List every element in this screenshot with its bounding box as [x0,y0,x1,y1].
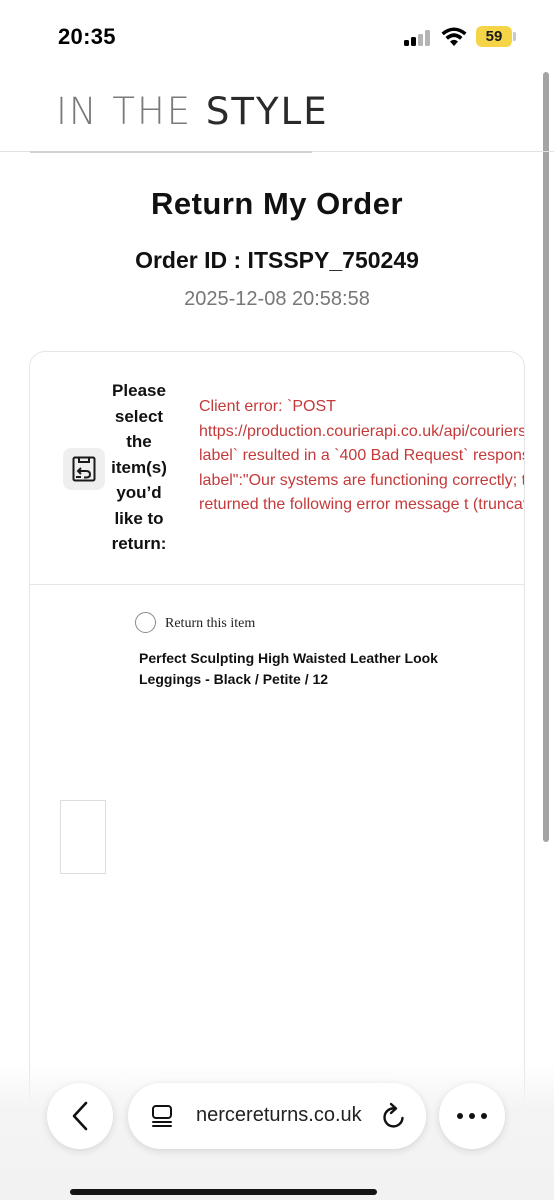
brand-logo-light: IN THE [56,90,206,133]
instruction-line: return: [111,534,167,553]
home-indicator[interactable] [70,1189,377,1195]
error-line: label":"Our systems are functioning corr… [199,471,525,489]
brand-logo-dark: STYLE [205,90,329,133]
url-text[interactable]: nercereturns.co.uk [196,1104,362,1127]
return-instructions-section: Please select the item(s) you’d like to … [30,352,525,584]
order-id: Order ID : ITSSPY_750249 [135,247,419,273]
error-line: https://production.courierapi.co.uk/api/… [199,422,525,440]
reload-icon[interactable] [381,1102,407,1130]
return-instructions: Please select the item(s) you’d like to … [100,378,178,557]
reader-mode-icon[interactable] [150,1104,174,1128]
chevron-left-icon [72,1101,88,1131]
page-title: Return My Order [150,186,404,221]
brand-logo[interactable]: IN THE STYLE [56,90,329,133]
instruction-line: like to [114,508,164,528]
wifi-icon [441,27,467,46]
courier-error-message: Client error: `POST https://production.c… [199,395,525,518]
instruction-line: item(s) [111,457,167,477]
card-divider [30,584,524,585]
error-line: label` resulted in a `400 Bad Request` r… [199,447,525,464]
status-bar: 20:35 59 [0,0,554,70]
return-item-radio[interactable] [135,612,156,633]
instruction-line: select [114,406,164,426]
instruction-line: Please [112,381,166,400]
header-divider-accent [30,151,312,153]
item-title: Perfect Sculpting High Waisted Leather L… [139,650,438,687]
error-line: Client error: `POST [199,398,336,415]
battery-tip [513,32,516,41]
return-card: Please select the item(s) you’d like to … [29,351,525,1111]
instruction-line: the [126,432,152,451]
return-item-radio-label[interactable]: Return this item [165,616,255,632]
battery-level: 59 [476,26,512,47]
return-box-icon [63,448,105,490]
cellular-signal-icon [404,30,434,46]
item-image [60,800,106,874]
status-time: 20:35 [58,24,116,49]
instruction-line: you’d [116,483,162,502]
order-date: 2025-12-08 20:58:58 [184,288,370,310]
error-line: returned the following error message t (… [199,496,525,513]
more-options-icon [457,1113,487,1119]
